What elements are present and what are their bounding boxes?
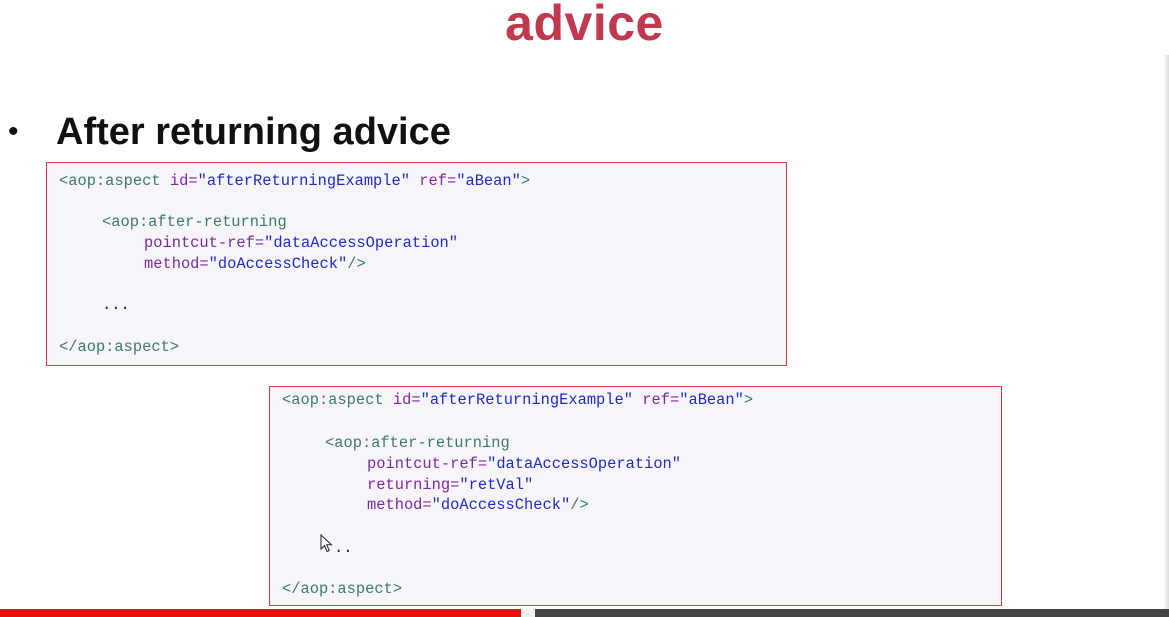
bullet-icon: • (8, 115, 19, 148)
code-attr: returning= (367, 476, 460, 494)
code-line-aspect-open: <aop:aspect id="afterReturningExample" r… (282, 390, 753, 411)
code-value: "retVal" (459, 476, 534, 494)
code-attr: id= (169, 172, 198, 190)
mouse-pointer-icon (320, 534, 333, 553)
code-attr: ref= (419, 172, 457, 190)
code-tag: <aop:aspect (59, 172, 161, 190)
code-tag: </aop:aspect> (59, 338, 180, 356)
video-played-bar (0, 609, 522, 617)
code-tag: /> (347, 255, 366, 273)
code-line-ellipsis: ... (102, 296, 130, 314)
code-block-with-returning: <aop:aspect id="afterReturningExample" r… (269, 386, 1002, 606)
code-line-pointcut: pointcut-ref="dataAccessOperation" (367, 454, 681, 475)
slide-edge-shadow (1165, 55, 1169, 610)
code-attr: pointcut-ref= (144, 234, 265, 252)
code-value: "afterReturningExample" (197, 172, 411, 190)
code-attr: method= (367, 496, 432, 514)
video-progress-bar[interactable] (0, 609, 1169, 617)
code-value: "aBean" (679, 391, 744, 409)
code-tag: > (520, 172, 531, 190)
code-block-basic: <aop:aspect id="afterReturningExample" r… (46, 162, 787, 366)
code-line-aspect-close: </aop:aspect> (59, 337, 179, 358)
bullet-heading: After returning advice (56, 111, 451, 153)
code-value: "doAccessCheck" (208, 255, 348, 273)
code-line-ellipsis: .. (334, 539, 353, 557)
code-value: "afterReturningExample" (420, 391, 634, 409)
code-attr: method= (144, 255, 209, 273)
code-tag: <aop:after-returning (325, 434, 510, 452)
code-line-method: method="doAccessCheck"/> (367, 495, 589, 516)
code-tag: <aop:aspect (282, 391, 384, 409)
code-tag: </aop:aspect> (282, 580, 403, 598)
code-line-advice-open: <aop:after-returning (325, 433, 510, 454)
code-attr: id= (392, 391, 421, 409)
video-scrubber-handle[interactable] (521, 609, 536, 617)
code-tag: /> (570, 496, 589, 514)
code-attr: pointcut-ref= (367, 455, 488, 473)
code-line-advice-open: <aop:after-returning (102, 212, 287, 233)
code-line-aspect-open: <aop:aspect id="afterReturningExample" r… (59, 171, 530, 192)
code-line-pointcut: pointcut-ref="dataAccessOperation" (144, 233, 458, 254)
code-line-aspect-close: </aop:aspect> (282, 579, 402, 600)
code-tag: > (743, 391, 754, 409)
code-value: "dataAccessOperation" (487, 455, 682, 473)
code-tag: <aop:after-returning (102, 213, 287, 231)
code-value: "aBean" (456, 172, 521, 190)
code-value: "doAccessCheck" (431, 496, 571, 514)
code-attr: ref= (642, 391, 680, 409)
slide-title: advice (505, 0, 664, 51)
code-line-method: method="doAccessCheck"/> (144, 254, 366, 275)
code-line-returning: returning="retVal" (367, 475, 533, 496)
code-value: "dataAccessOperation" (264, 234, 459, 252)
